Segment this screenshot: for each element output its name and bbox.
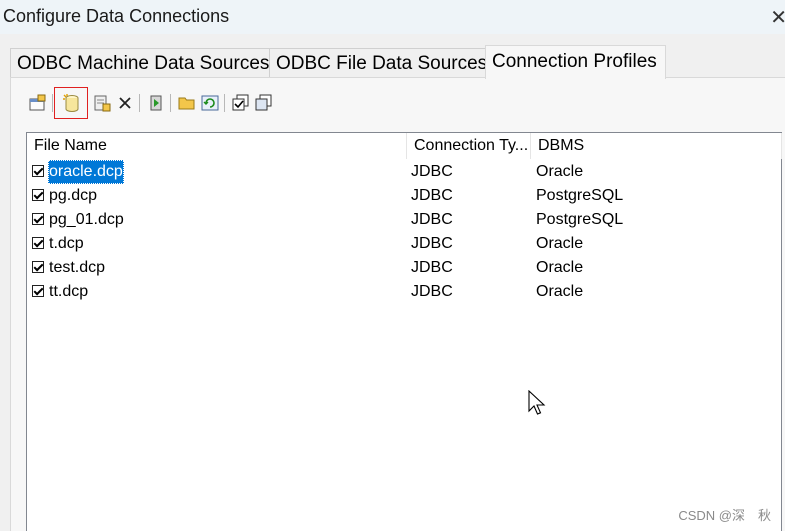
delete-icon[interactable] [114, 92, 136, 114]
add-profile-icon[interactable] [91, 92, 113, 114]
dbms-cell: Oracle [536, 235, 584, 252]
table-row[interactable]: test.dcp JDBC Oracle [27, 256, 781, 280]
close-icon[interactable]: ✕ [770, 5, 785, 30]
row-checkbox[interactable] [32, 165, 44, 177]
tab-odbc-file-data-sources[interactable]: ODBC File Data Sources [269, 48, 487, 78]
file-name-cell: pg_01.dcp [49, 211, 124, 228]
watermark: CSDN @深 秋 [678, 508, 771, 523]
file-name-cell: t.dcp [49, 235, 84, 252]
dbms-cell: Oracle [536, 163, 584, 180]
file-name-cell: test.dcp [49, 259, 106, 276]
file-name-cell: tt.dcp [49, 283, 89, 300]
connection-type-cell: JDBC [411, 259, 453, 276]
list-header: File Name Connection Ty... DBMS [27, 133, 782, 159]
window-title: Configure Data Connections [3, 6, 230, 26]
column-header-connection-type[interactable]: Connection Ty... [407, 133, 531, 159]
dbms-cell: PostgreSQL [536, 187, 624, 204]
file-name-cell: oracle.dcp [48, 160, 124, 184]
new-profile-icon[interactable] [54, 87, 88, 119]
refresh-icon[interactable] [199, 92, 221, 114]
row-checkbox[interactable] [32, 261, 44, 273]
table-row[interactable]: t.dcp JDBC Oracle [27, 232, 781, 256]
check-all-icon[interactable] [230, 92, 252, 114]
connection-type-cell: JDBC [411, 163, 453, 180]
tab-connection-profiles[interactable]: Connection Profiles [485, 45, 666, 79]
table-row[interactable]: tt.dcp JDBC Oracle [27, 280, 781, 304]
row-checkbox[interactable] [32, 189, 44, 201]
dbms-cell: Oracle [536, 259, 584, 276]
table-row[interactable]: pg_01.dcp JDBC PostgreSQL [27, 208, 781, 232]
column-header-file-name[interactable]: File Name [27, 133, 407, 159]
row-checkbox[interactable] [32, 285, 44, 297]
mouse-pointer-icon [528, 390, 546, 415]
file-name-cell: pg.dcp [49, 187, 98, 204]
table-row[interactable]: pg.dcp JDBC PostgreSQL [27, 184, 781, 208]
connection-type-cell: JDBC [411, 235, 453, 252]
connection-profiles-list[interactable]: File Name Connection Ty... DBMS oracle.d… [26, 132, 782, 531]
row-checkbox[interactable] [32, 237, 44, 249]
properties-icon[interactable] [27, 92, 49, 114]
connection-type-cell: JDBC [411, 211, 453, 228]
table-row[interactable]: oracle.dcp JDBC Oracle [27, 160, 781, 184]
title-bar: Configure Data Connections ✕ [0, 0, 785, 34]
test-connection-icon[interactable] [145, 92, 167, 114]
connection-type-cell: JDBC [411, 283, 453, 300]
open-folder-icon[interactable] [176, 92, 198, 114]
connection-type-cell: JDBC [411, 187, 453, 204]
connection-profiles-panel: File Name Connection Ty... DBMS oracle.d… [10, 77, 785, 531]
dbms-cell: PostgreSQL [536, 211, 624, 228]
row-checkbox[interactable] [32, 213, 44, 225]
tab-strip: ODBC Machine Data Sources ODBC File Data… [10, 45, 785, 79]
dbms-cell: Oracle [536, 283, 584, 300]
tab-odbc-machine-data-sources[interactable]: ODBC Machine Data Sources [10, 48, 270, 78]
uncheck-all-icon[interactable] [253, 92, 275, 114]
column-header-dbms[interactable]: DBMS [531, 133, 782, 159]
